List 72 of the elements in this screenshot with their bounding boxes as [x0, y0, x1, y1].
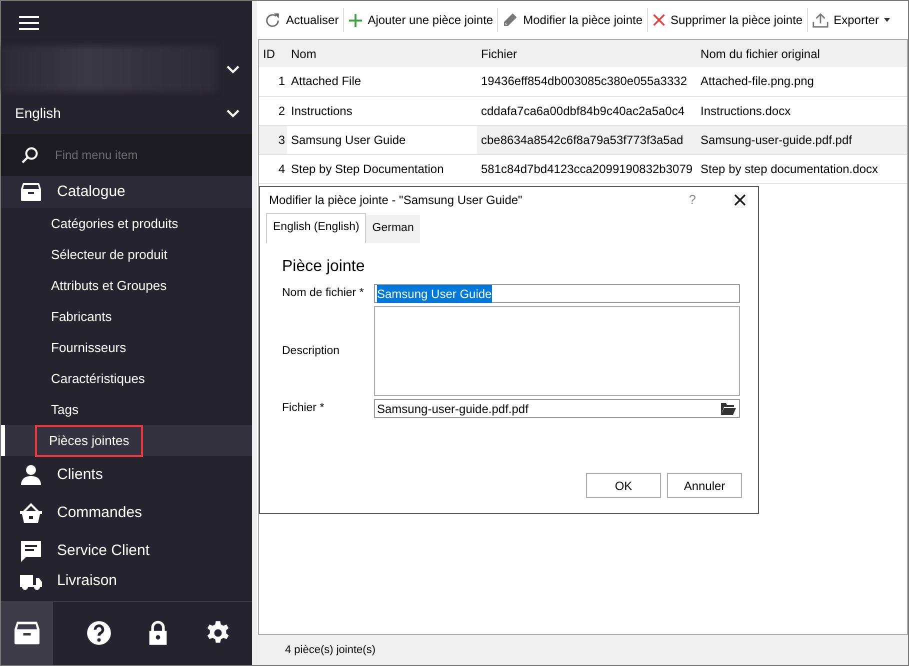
status-text: 4 pièce(s) jointe(s)	[257, 635, 908, 665]
menu-item[interactable]: Caractéristiques	[1, 363, 252, 394]
toolbar-button[interactable]: Exporter	[808, 8, 894, 32]
plus-icon	[348, 12, 363, 28]
toolbar-button[interactable]: Ajouter une pièce jointe	[344, 8, 498, 32]
dialog-title: Modifier la pièce jointe - "Samsung User Guide"	[269, 192, 522, 209]
toolbar-button[interactable]: Modifier la pièce jointe	[498, 8, 648, 32]
table-cell: Attached File	[287, 67, 477, 96]
menu-item[interactable]: Catégories et produits	[1, 208, 252, 240]
menu-item[interactable]: Livraison	[1, 570, 252, 600]
table-cell: Samsung User Guide	[287, 125, 477, 154]
menu-item[interactable]: Commandes	[1, 494, 252, 532]
description-field[interactable]	[374, 306, 740, 396]
table-cell: cbe8634a8542c6f8a79a53f773f3a5ad	[477, 125, 697, 154]
search-field[interactable]: Find menu item	[53, 144, 233, 165]
input-field[interactable]: Samsung User Guide	[374, 284, 740, 304]
section-heading: Pièce jointe	[282, 257, 366, 276]
menu-item[interactable]: Catalogue	[1, 176, 252, 208]
chat-icon	[19, 539, 43, 564]
table-cell: 4	[259, 154, 287, 183]
menu-item[interactable]: Pièces jointes	[1, 425, 252, 456]
toolbar-button[interactable]: Actualiser	[260, 8, 344, 32]
table-cell: 3	[259, 125, 287, 154]
search-bar[interactable]: Find menu item	[1, 134, 252, 176]
table-cell: 19436eff854db003085c380e055a3332	[477, 67, 697, 96]
tab[interactable]: English (English)	[266, 213, 366, 243]
tab[interactable]: German	[366, 215, 420, 243]
table-cell: 581c84d7bd4123cca2099190832b3079	[477, 154, 697, 183]
table-cell: Samsung-user-guide.pdf.pdf	[696, 125, 907, 154]
close-icon	[652, 13, 666, 27]
pencil-icon	[502, 12, 518, 28]
field-label: Nom de fichier *	[282, 286, 365, 302]
footer-button[interactable]	[1, 602, 53, 665]
menu-item[interactable]: Sélecteur de produit	[1, 239, 252, 270]
close-icon[interactable]	[734, 194, 746, 206]
table-cell: Instructions.docx	[696, 96, 907, 125]
chevron-down-icon[interactable]	[226, 64, 240, 74]
table-cell: 2	[259, 96, 287, 125]
column-header[interactable]: ID	[259, 40, 287, 67]
folder-icon[interactable]	[720, 402, 737, 416]
field-label: Fichier *	[282, 401, 326, 416]
column-header[interactable]: Nom du fichier original	[696, 40, 907, 67]
menu-item[interactable]: Fournisseurs	[1, 332, 252, 364]
person-icon	[19, 463, 43, 488]
table-cell: 1	[259, 67, 287, 96]
table-cell: Instructions	[287, 96, 477, 125]
menu-item[interactable]: Service Client	[1, 532, 252, 570]
menu-icon[interactable]	[19, 15, 39, 32]
search-icon	[21, 146, 39, 164]
menu-item[interactable]: Clients	[1, 456, 252, 494]
refresh-icon	[264, 12, 281, 28]
table-cell: cddafa7ca6a00dbf84b9c40ac2a5a0c4	[477, 96, 697, 125]
toolbar-button[interactable]: Supprimer la pièce jointe	[648, 8, 808, 32]
language-selector[interactable]: English	[15, 102, 61, 124]
table-cell: Step by step documentation.docx	[696, 154, 907, 183]
table-cell: Attached-file.png.png	[696, 67, 907, 96]
column-header[interactable]: Nom	[287, 40, 477, 67]
chevron-down-icon[interactable]	[226, 108, 240, 118]
help-button[interactable]: ?	[688, 190, 696, 210]
menu-item[interactable]: Fabricants	[1, 301, 252, 332]
table-cell: Step by Step Documentation	[287, 154, 477, 183]
menu-item[interactable]: Attributs et Groupes	[1, 270, 252, 302]
dialog-button[interactable]: Annuler	[667, 473, 742, 498]
menu-item[interactable]: Tags	[1, 394, 252, 426]
upload-icon	[812, 12, 829, 28]
file-field[interactable]: Samsung-user-guide.pdf.pdf	[374, 399, 740, 418]
basket-icon	[19, 501, 43, 526]
dialog-button[interactable]: OK	[586, 473, 661, 498]
caret-icon	[884, 18, 890, 22]
column-header[interactable]: Fichier	[477, 40, 697, 67]
field-label: Description	[282, 344, 341, 359]
help-icon	[86, 620, 112, 646]
